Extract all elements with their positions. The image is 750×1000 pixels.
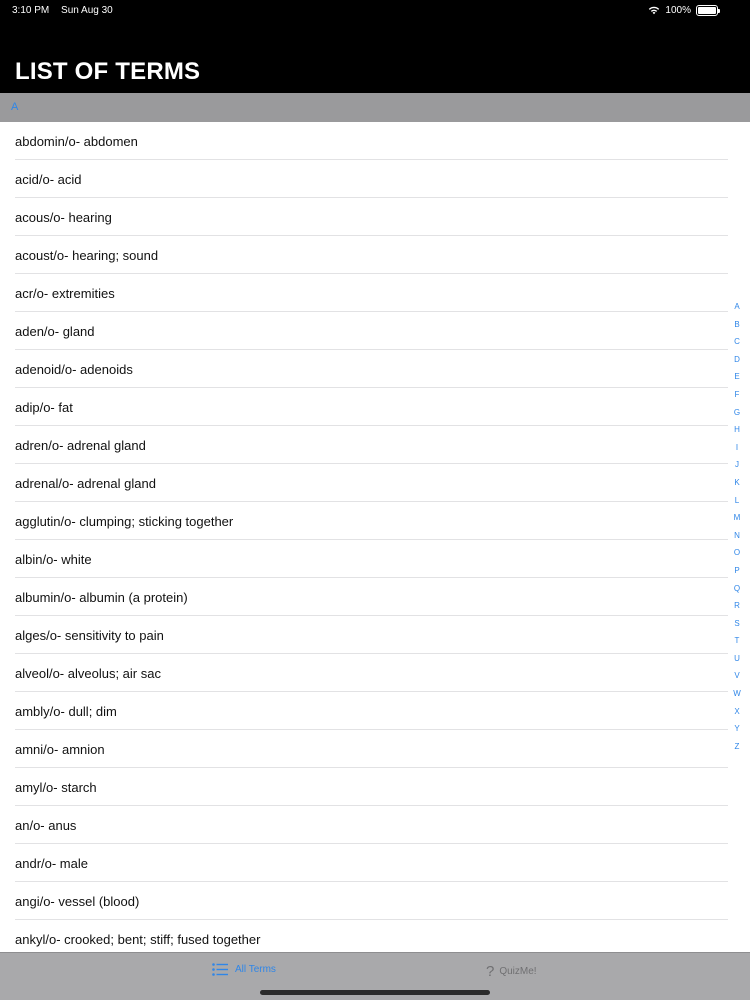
index-letter-f[interactable]: F — [735, 386, 740, 404]
term-label: adip/o- fat — [15, 399, 73, 415]
tab-all-terms-label: All Terms — [235, 964, 276, 975]
term-row[interactable]: albumin/o- albumin (a protein) — [0, 578, 750, 616]
index-letter-t[interactable]: T — [735, 632, 740, 650]
term-label: agglutin/o- clumping; sticking together — [15, 513, 234, 529]
term-label: angi/o- vessel (blood) — [15, 893, 140, 909]
index-letter-a[interactable]: A — [734, 298, 739, 316]
tab-quiz-label: QuizMe! — [499, 966, 537, 977]
term-row[interactable]: andr/o- male — [0, 844, 750, 882]
term-label: abdomin/o- abdomen — [15, 133, 138, 149]
term-row[interactable]: adip/o- fat — [0, 388, 750, 426]
status-left: 3:10 PM Sun Aug 30 — [12, 5, 122, 16]
list-icon — [212, 963, 228, 976]
status-right: 100% — [648, 4, 720, 16]
term-row[interactable]: acr/o- extremities — [0, 274, 750, 312]
battery-percent: 100% — [665, 4, 691, 16]
terms-list[interactable]: abdomin/o- abdomen acid/o- acid acous/o- h… — [0, 122, 750, 952]
term-row[interactable]: ankyl/o- crooked; bent; stiff; fused tog… — [0, 920, 750, 952]
status-date: Sun Aug 30 — [61, 4, 113, 16]
term-label: acoust/o- hearing; sound — [15, 247, 159, 263]
term-label: amni/o- amnion — [15, 741, 105, 757]
index-letter-l[interactable]: L — [735, 492, 739, 510]
term-label: aden/o- gland — [15, 323, 95, 339]
term-row[interactable]: albin/o- white — [0, 540, 750, 578]
index-letter-m[interactable]: M — [734, 509, 741, 527]
index-letter-r[interactable]: R — [734, 597, 740, 615]
index-letter-o[interactable]: O — [734, 544, 740, 562]
index-letter-w[interactable]: W — [733, 685, 741, 703]
tab-quiz[interactable]: ? QuizMe! — [486, 963, 537, 980]
index-letter-y[interactable]: Y — [734, 720, 739, 738]
term-label: acous/o- hearing — [15, 209, 112, 225]
term-label: albin/o- white — [15, 551, 92, 567]
index-letter-n[interactable]: N — [734, 527, 740, 545]
battery-icon — [696, 4, 720, 16]
navigation-bar: LIST OF TERMS — [0, 20, 750, 93]
term-row[interactable]: adren/o- adrenal gland — [0, 426, 750, 464]
wifi-icon — [649, 6, 660, 15]
term-label: an/o- anus — [15, 817, 77, 833]
term-label: ambly/o- dull; dim — [15, 703, 117, 719]
term-row[interactable]: adenoid/o- adenoids — [0, 350, 750, 388]
index-letter-q[interactable]: Q — [734, 580, 740, 598]
term-row[interactable]: acous/o- hearing — [0, 198, 750, 236]
term-label: adrenal/o- adrenal gland — [15, 475, 156, 491]
term-label: acid/o- acid — [15, 171, 82, 187]
index-letter-b[interactable]: B — [734, 316, 739, 334]
index-letter-v[interactable]: V — [734, 667, 739, 685]
index-letter-c[interactable]: C — [734, 333, 740, 351]
term-row[interactable]: abdomin/o- abdomen — [0, 122, 750, 160]
term-row[interactable]: acid/o- acid — [0, 160, 750, 198]
status-time: 3:10 PM — [12, 4, 50, 16]
term-label: alges/o- sensitivity to pain — [15, 627, 164, 643]
term-row[interactable]: acoust/o- hearing; sound — [0, 236, 750, 274]
index-letter-e[interactable]: E — [734, 368, 739, 386]
term-row[interactable]: an/o- anus — [0, 806, 750, 844]
alphabet-index[interactable]: ABCDEFGHIJKLMNOPQRSTUVWXYZ — [732, 298, 742, 755]
term-row[interactable]: ambly/o- dull; dim — [0, 692, 750, 730]
term-row[interactable]: aden/o- gland — [0, 312, 750, 350]
section-header: A — [0, 93, 750, 122]
term-row[interactable]: alges/o- sensitivity to pain — [0, 616, 750, 654]
index-letter-i[interactable]: I — [736, 439, 738, 457]
term-row[interactable]: agglutin/o- clumping; sticking together — [0, 502, 750, 540]
term-row[interactable]: amni/o- amnion — [0, 730, 750, 768]
index-letter-g[interactable]: G — [734, 404, 740, 422]
term-label: alveol/o- alveolus; air sac — [15, 665, 161, 681]
term-label: ankyl/o- crooked; bent; stiff; fused tog… — [15, 931, 261, 947]
tab-all-terms[interactable]: All Terms — [212, 963, 276, 976]
index-letter-u[interactable]: U — [734, 650, 740, 668]
home-indicator — [260, 990, 490, 995]
term-row[interactable]: alveol/o- alveolus; air sac — [0, 654, 750, 692]
term-label: adren/o- adrenal gland — [15, 437, 146, 453]
term-label: acr/o- extremities — [15, 285, 115, 301]
index-letter-x[interactable]: X — [734, 703, 739, 721]
term-label: andr/o- male — [15, 855, 88, 871]
term-row[interactable]: amyl/o- starch — [0, 768, 750, 806]
term-row[interactable]: angi/o- vessel (blood) — [0, 882, 750, 920]
index-letter-k[interactable]: K — [734, 474, 739, 492]
index-letter-j[interactable]: J — [735, 456, 739, 474]
term-label: adenoid/o- adenoids — [15, 361, 133, 377]
term-row[interactable]: adrenal/o- adrenal gland — [0, 464, 750, 502]
question-mark-icon: ? — [486, 963, 495, 980]
index-letter-p[interactable]: P — [734, 562, 739, 580]
index-letter-h[interactable]: H — [734, 421, 740, 439]
index-letter-z[interactable]: Z — [735, 738, 740, 756]
status-bar: 3:10 PM Sun Aug 30 100% — [0, 0, 750, 20]
term-label: albumin/o- albumin (a protein) — [15, 589, 188, 605]
index-letter-s[interactable]: S — [734, 615, 739, 633]
index-letter-d[interactable]: D — [734, 351, 740, 369]
page-title: LIST OF TERMS — [15, 58, 201, 85]
term-label: amyl/o- starch — [15, 779, 97, 795]
